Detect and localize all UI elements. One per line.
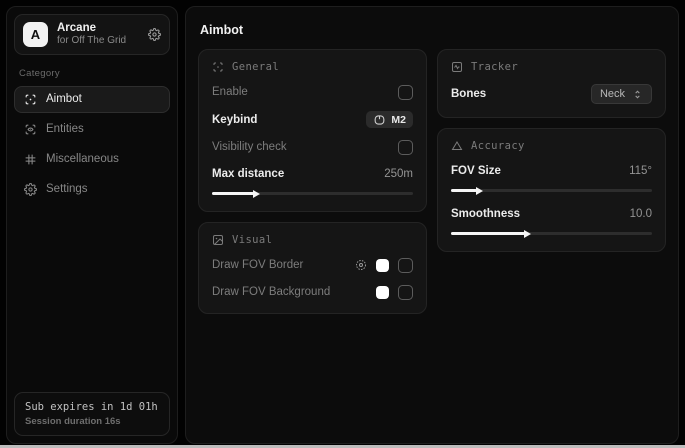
brand-logo: A xyxy=(23,22,48,47)
sidebar-item-label: Settings xyxy=(46,183,88,195)
sidebar-item-settings[interactable]: Settings xyxy=(14,176,170,203)
panel-title: Accuracy xyxy=(471,140,525,152)
panel-title: General xyxy=(232,61,279,73)
image-icon xyxy=(212,234,224,246)
gear-icon[interactable] xyxy=(355,259,367,271)
panel-accuracy-header: Accuracy xyxy=(451,140,652,152)
panel-tracker-header: Tracker xyxy=(451,61,652,73)
sidebar-item-miscellaneous[interactable]: Miscellaneous xyxy=(14,146,170,173)
panel-title: Tracker xyxy=(471,61,518,73)
mouse-icon xyxy=(373,115,386,125)
setting-row-max-distance: Max distance 250m xyxy=(212,166,413,182)
setting-label: Visibility check xyxy=(212,141,287,153)
sidebar-item-entities[interactable]: Entities xyxy=(14,116,170,143)
session-duration-text: Session duration 16s xyxy=(25,416,159,427)
setting-row-enable: Enable xyxy=(212,84,413,100)
sidebar-item-label: Aimbot xyxy=(46,93,82,105)
sidebar: A Arcane for Off The Grid Category xyxy=(6,6,178,444)
setting-label: Draw FOV Background xyxy=(212,286,330,298)
fov-size-value: 115° xyxy=(629,165,652,177)
setting-row-smoothness: Smoothness 10.0 xyxy=(451,206,652,222)
setting-row-draw-fov-background: Draw FOV Background xyxy=(212,284,413,300)
sub-expiry-text: Sub expires in 1d 01h xyxy=(25,401,159,413)
keybind-button[interactable]: M2 xyxy=(366,111,413,128)
setting-row-fov-size: FOV Size 115° xyxy=(451,163,652,179)
main-content: Aimbot General xyxy=(185,6,679,444)
fov-border-color-swatch[interactable] xyxy=(376,259,389,272)
setting-row-visibility-check: Visibility check xyxy=(212,139,413,155)
app-window: A Arcane for Off The Grid Category xyxy=(0,0,685,448)
brand-title: Arcane xyxy=(57,21,139,35)
setting-label: Smoothness xyxy=(451,208,520,220)
sidebar-item-label: Miscellaneous xyxy=(46,153,119,165)
draw-fov-background-checkbox[interactable] xyxy=(398,285,413,300)
setting-label: Draw FOV Border xyxy=(212,259,303,271)
setting-row-keybind: Keybind M2 xyxy=(212,111,413,128)
gear-icon xyxy=(24,183,37,196)
subscription-card: Sub expires in 1d 01h Session duration 1… xyxy=(14,392,170,436)
visibility-check-checkbox[interactable] xyxy=(398,140,413,155)
draw-fov-border-checkbox[interactable] xyxy=(398,258,413,273)
gear-icon[interactable] xyxy=(148,28,161,41)
brand-card: A Arcane for Off The Grid xyxy=(14,14,170,55)
setting-label: Max distance xyxy=(212,168,284,180)
panel-visual-header: Visual xyxy=(212,234,413,246)
sidebar-nav: Aimbot Entities xyxy=(14,86,170,203)
max-distance-slider[interactable] xyxy=(212,189,413,198)
eye-icon xyxy=(24,123,37,136)
fov-background-color-swatch[interactable] xyxy=(376,286,389,299)
smoothness-slider[interactable] xyxy=(451,229,652,238)
keybind-value: M2 xyxy=(391,114,406,126)
panel-accuracy: Accuracy FOV Size 115° Smoothness 10.0 xyxy=(437,128,666,252)
panel-visual: Visual Draw FOV Border xyxy=(198,222,427,314)
crosshair-icon xyxy=(24,93,37,106)
bones-selected-value: Neck xyxy=(600,88,625,100)
smoothness-value: 10.0 xyxy=(630,208,652,220)
sidebar-item-aimbot[interactable]: Aimbot xyxy=(14,86,170,113)
bones-select[interactable]: Neck xyxy=(591,84,652,104)
setting-label: Enable xyxy=(212,86,248,98)
fov-size-slider[interactable] xyxy=(451,186,652,195)
crosshair-icon xyxy=(212,61,224,73)
setting-label: Keybind xyxy=(212,114,257,126)
max-distance-value: 250m xyxy=(384,168,413,180)
brand-subtitle: for Off The Grid xyxy=(57,35,139,48)
enable-checkbox[interactable] xyxy=(398,85,413,100)
grid-icon xyxy=(24,153,37,166)
setting-label: FOV Size xyxy=(451,165,501,177)
panel-title: Visual xyxy=(232,234,272,246)
sidebar-item-label: Entities xyxy=(46,123,84,135)
setting-row-draw-fov-border: Draw FOV Border xyxy=(212,257,413,273)
setting-label: Bones xyxy=(451,88,486,100)
brand-text: Arcane for Off The Grid xyxy=(57,21,139,48)
activity-icon xyxy=(451,61,463,73)
panel-tracker: Tracker Bones Neck xyxy=(437,49,666,118)
page-title: Aimbot xyxy=(200,23,664,37)
category-label: Category xyxy=(19,68,165,79)
triangle-icon xyxy=(451,140,463,152)
panel-general-header: General xyxy=(212,61,413,73)
setting-row-bones: Bones Neck xyxy=(451,84,652,104)
unfold-arrows-icon xyxy=(632,89,643,100)
panel-general: General Enable Keybind xyxy=(198,49,427,212)
